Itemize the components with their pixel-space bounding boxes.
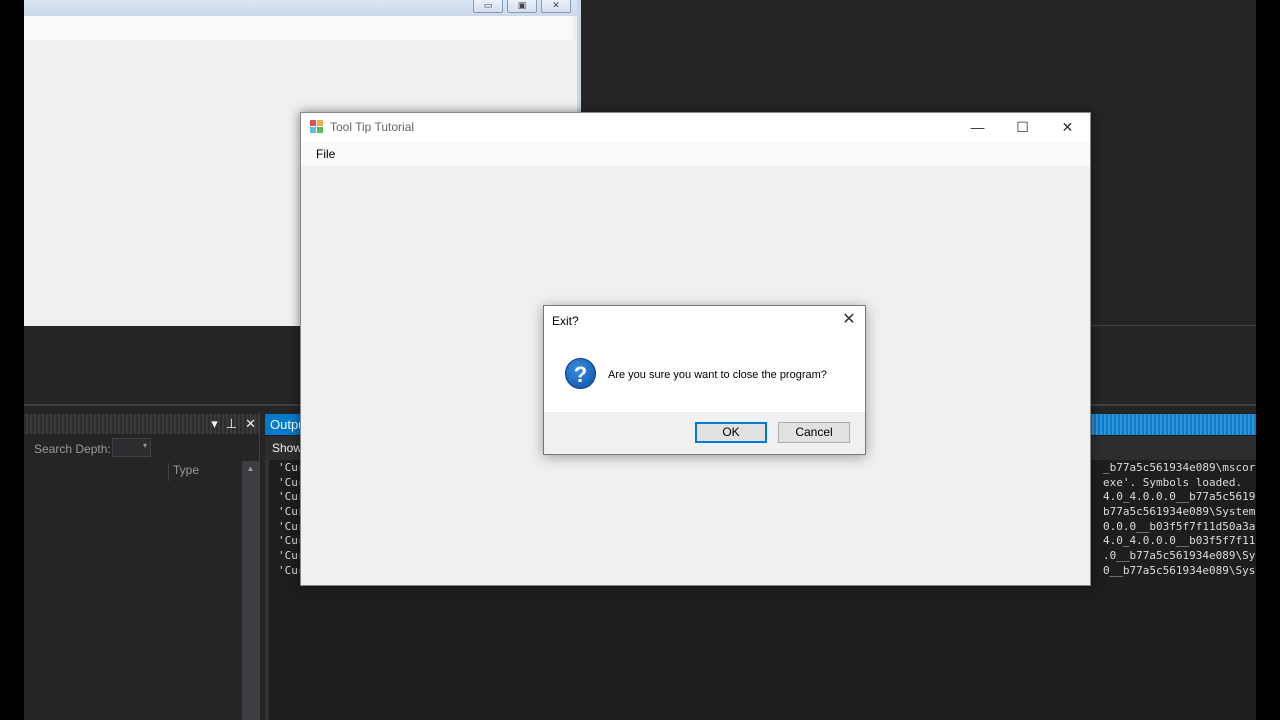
dialog-message: Are you sure you want to close the progr… (608, 369, 827, 381)
left-tool-panel: ▾ ⊥ ✕ Search Depth: Type ▲ (24, 412, 260, 720)
show-output-label: Show (272, 441, 303, 455)
screen-edge (1256, 0, 1280, 720)
app-titlebar[interactable]: Tool Tip Tutorial — ☐ ✕ (301, 113, 1090, 142)
output-line-end: b77a5c561934e089\System.c (1103, 505, 1256, 519)
scroll-up-icon[interactable]: ▲ (242, 461, 259, 473)
minimize-icon[interactable]: ▭ (473, 0, 503, 13)
cancel-button[interactable]: Cancel (778, 422, 850, 443)
left-panel-header-icons: ▾ ⊥ ✕ (211, 416, 256, 432)
dialog-button-bar: OK Cancel (544, 412, 865, 454)
output-gutter (265, 460, 269, 720)
dropdown-icon[interactable]: ▾ (211, 416, 218, 432)
search-depth-row: Search Depth: (24, 438, 260, 460)
output-line-end: 4.0_4.0.0.0__b77a5c56193 (1103, 490, 1256, 504)
output-line-end: exe'. Symbols loaded. (1103, 475, 1243, 489)
output-line-end: _b77a5c561934e089\mscorl (1103, 461, 1256, 474)
background-form-menubar (24, 16, 573, 40)
pin-icon[interactable]: ⊥ (226, 416, 237, 432)
output-line-end: .0__b77a5c561934e089\Sys (1103, 549, 1256, 563)
output-line-end: 4.0_4.0.0.0__b03f5f7f11d (1103, 534, 1256, 548)
dialog-title: Exit? (552, 314, 579, 328)
column-type-header[interactable]: Type (168, 463, 199, 481)
menu-file[interactable]: File (309, 145, 342, 163)
ok-button[interactable]: OK (695, 422, 767, 443)
background-form-titlebar[interactable]: ▭ ▣ ✕ (24, 0, 577, 16)
column-header-row: Type (24, 461, 260, 481)
output-line-end: 0.0.0__b03f5f7f11d50a3a\ (1103, 519, 1256, 533)
search-depth-label: Search Depth: (34, 442, 111, 456)
close-icon[interactable]: ✕ (833, 306, 865, 334)
close-icon[interactable]: ✕ (541, 0, 571, 13)
question-icon: ? (565, 358, 596, 389)
maximize-icon[interactable]: ☐ (1000, 113, 1045, 142)
left-panel-header[interactable]: ▾ ⊥ ✕ (24, 414, 260, 434)
output-tab-grip (1090, 414, 1256, 435)
left-panel-scrollbar[interactable]: ▲ (242, 461, 259, 720)
app-form-icon (310, 120, 324, 134)
exit-dialog: Exit? ✕ ? Are you sure you want to close… (543, 305, 866, 455)
minimize-icon[interactable]: — (955, 113, 1000, 142)
search-depth-dropdown[interactable] (112, 438, 151, 457)
ide-divider-right (1090, 325, 1256, 326)
app-menubar: File (301, 142, 1090, 166)
close-icon[interactable]: ✕ (245, 416, 256, 432)
app-title: Tool Tip Tutorial (330, 120, 415, 134)
close-icon[interactable]: ✕ (1045, 113, 1090, 142)
maximize-icon[interactable]: ▣ (507, 0, 537, 13)
output-line-end: 0__b77a5c561934e089\Syst (1103, 563, 1256, 577)
